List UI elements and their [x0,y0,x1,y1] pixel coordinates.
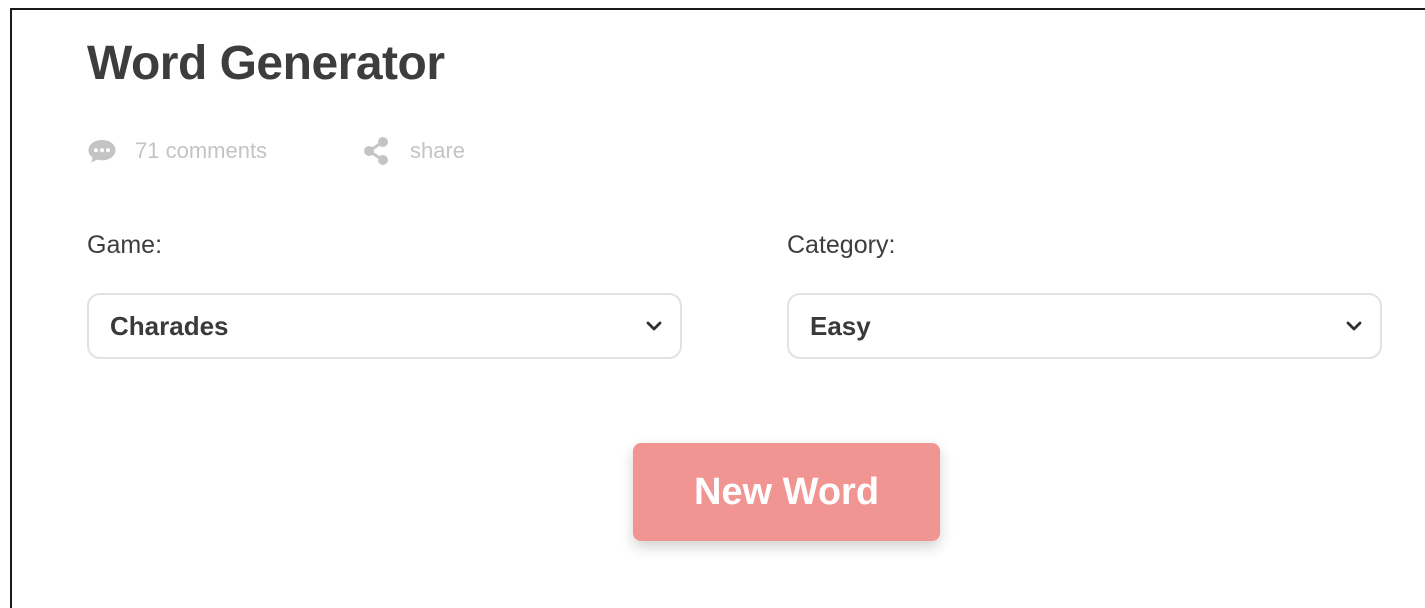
new-word-button[interactable]: New Word [633,443,940,541]
category-select[interactable]: Easy [787,293,1382,359]
page-title: Word Generator [87,37,445,90]
share-link[interactable]: share [362,136,465,166]
category-select-value: Easy [810,310,871,341]
comments-link[interactable]: 71 comments [87,136,267,166]
game-label: Game: [87,231,163,259]
comments-count: 71 comments [135,138,268,163]
speech-bubble-icon [87,138,117,164]
game-select-value: Charades [110,310,229,341]
share-nodes-icon [362,136,390,166]
chevron-down-icon [1346,320,1362,332]
game-select[interactable]: Charades [87,293,682,359]
category-label: Category: [787,231,896,259]
chevron-down-icon [646,320,662,332]
share-label: share [410,138,466,163]
